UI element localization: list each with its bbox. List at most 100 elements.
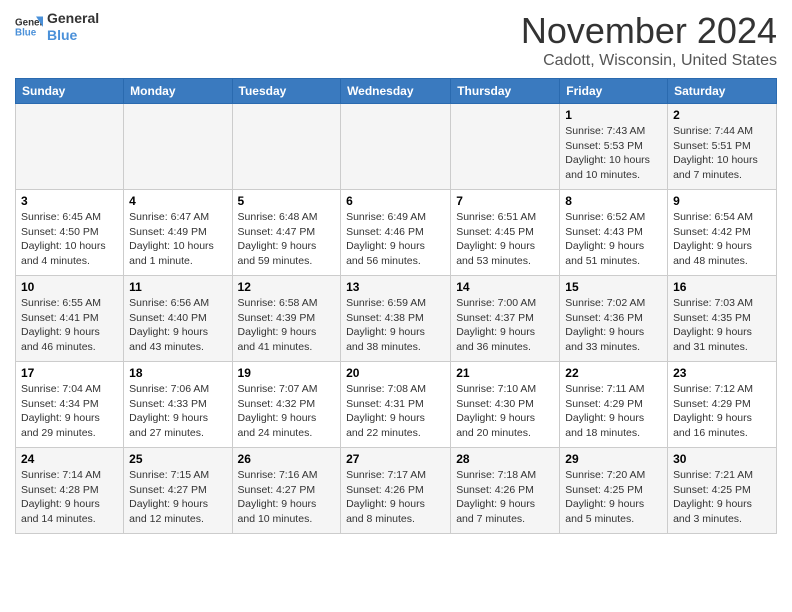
calendar-cell: 22 Sunrise: 7:11 AM Sunset: 4:29 PM Dayli… — [560, 362, 668, 448]
day-info: Sunrise: 7:18 AM Sunset: 4:26 PM Dayligh… — [456, 468, 554, 527]
calendar-cell: 16 Sunrise: 7:03 AM Sunset: 4:35 PM Dayli… — [668, 276, 777, 362]
day-info: Sunrise: 7:04 AM Sunset: 4:34 PM Dayligh… — [21, 382, 118, 441]
day-number: 17 — [21, 366, 118, 380]
day-number: 3 — [21, 194, 118, 208]
calendar-cell: 28Sunrise: 7:18 AM Sunset: 4:26 PM Dayli… — [451, 448, 560, 534]
calendar-cell: 24 Sunrise: 7:14 AM Sunset: 4:28 PM Dayli… — [16, 448, 124, 534]
day-number: 26 — [238, 452, 336, 466]
main-container: General Blue General Blue November 2024 … — [0, 0, 792, 544]
day-number: 6 — [346, 194, 445, 208]
day-info: Sunrise: 6:45 AM Sunset: 4:50 PM Dayligh… — [21, 210, 118, 269]
day-info: Sunrise: 7:20 AM Sunset: 4:25 PM Dayligh… — [565, 468, 662, 527]
calendar-cell: 27 Sunrise: 7:17 AM Sunset: 4:26 PM Dayli… — [341, 448, 451, 534]
calendar-cell: 12Sunrise: 6:58 AM Sunset: 4:39 PM Dayli… — [232, 276, 341, 362]
day-number: 24 — [21, 452, 118, 466]
day-info: Sunrise: 6:48 AM Sunset: 4:47 PM Dayligh… — [238, 210, 336, 269]
day-info: Sunrise: 7:14 AM Sunset: 4:28 PM Dayligh… — [21, 468, 118, 527]
calendar-cell: 14 Sunrise: 7:00 AM Sunset: 4:37 PM Dayli… — [451, 276, 560, 362]
calendar-cell: 20 Sunrise: 7:08 AM Sunset: 4:31 PM Dayli… — [341, 362, 451, 448]
calendar-cell: 30 Sunrise: 7:21 AM Sunset: 4:25 PM Dayli… — [668, 448, 777, 534]
calendar-cell: 15 Sunrise: 7:02 AM Sunset: 4:36 PM Dayli… — [560, 276, 668, 362]
day-number: 15 — [565, 280, 662, 294]
day-number: 14 — [456, 280, 554, 294]
svg-text:Blue: Blue — [15, 27, 37, 38]
month-title: November 2024 — [521, 10, 777, 52]
day-info: Sunrise: 6:56 AM Sunset: 4:40 PM Dayligh… — [129, 296, 226, 355]
day-number: 10 — [21, 280, 118, 294]
day-info: Sunrise: 7:03 AM Sunset: 4:35 PM Dayligh… — [673, 296, 771, 355]
calendar-cell: 4 Sunrise: 6:47 AM Sunset: 4:49 PM Daylig… — [124, 190, 232, 276]
calendar-cell: 6 Sunrise: 6:49 AM Sunset: 4:46 PM Daylig… — [341, 190, 451, 276]
calendar-cell — [341, 104, 451, 190]
day-number: 23 — [673, 366, 771, 380]
day-number: 8 — [565, 194, 662, 208]
col-friday: Friday — [560, 79, 668, 104]
col-wednesday: Wednesday — [341, 79, 451, 104]
logo-blue: Blue — [47, 27, 77, 43]
calendar-week-1: 3 Sunrise: 6:45 AM Sunset: 4:50 PM Daylig… — [16, 190, 777, 276]
calendar-week-3: 17 Sunrise: 7:04 AM Sunset: 4:34 PM Dayli… — [16, 362, 777, 448]
calendar-cell: 25Sunrise: 7:15 AM Sunset: 4:27 PM Dayli… — [124, 448, 232, 534]
day-info: Sunrise: 7:10 AM Sunset: 4:30 PM Dayligh… — [456, 382, 554, 441]
logo-general: General — [47, 10, 99, 26]
calendar-cell: 5 Sunrise: 6:48 AM Sunset: 4:47 PM Daylig… — [232, 190, 341, 276]
day-number: 22 — [565, 366, 662, 380]
day-info: Sunrise: 7:06 AM Sunset: 4:33 PM Dayligh… — [129, 382, 226, 441]
col-saturday: Saturday — [668, 79, 777, 104]
day-number: 9 — [673, 194, 771, 208]
day-info: Sunrise: 6:52 AM Sunset: 4:43 PM Dayligh… — [565, 210, 662, 269]
calendar-cell: 10 Sunrise: 6:55 AM Sunset: 4:41 PM Dayli… — [16, 276, 124, 362]
col-tuesday: Tuesday — [232, 79, 341, 104]
day-info: Sunrise: 7:12 AM Sunset: 4:29 PM Dayligh… — [673, 382, 771, 441]
day-info: Sunrise: 6:59 AM Sunset: 4:38 PM Dayligh… — [346, 296, 445, 355]
day-info: Sunrise: 7:00 AM Sunset: 4:37 PM Dayligh… — [456, 296, 554, 355]
day-info: Sunrise: 7:21 AM Sunset: 4:25 PM Dayligh… — [673, 468, 771, 527]
day-number: 20 — [346, 366, 445, 380]
calendar-week-4: 24 Sunrise: 7:14 AM Sunset: 4:28 PM Dayli… — [16, 448, 777, 534]
day-number: 30 — [673, 452, 771, 466]
calendar-cell: 2 Sunrise: 7:44 AM Sunset: 5:51 PM Daylig… — [668, 104, 777, 190]
calendar-cell: 13Sunrise: 6:59 AM Sunset: 4:38 PM Dayli… — [341, 276, 451, 362]
calendar-cell: 26Sunrise: 7:16 AM Sunset: 4:27 PM Dayli… — [232, 448, 341, 534]
calendar-cell: 18 Sunrise: 7:06 AM Sunset: 4:33 PM Dayli… — [124, 362, 232, 448]
day-info: Sunrise: 7:11 AM Sunset: 4:29 PM Dayligh… — [565, 382, 662, 441]
day-info: Sunrise: 6:47 AM Sunset: 4:49 PM Dayligh… — [129, 210, 226, 269]
day-number: 7 — [456, 194, 554, 208]
calendar-header: Sunday Monday Tuesday Wednesday Thursday… — [16, 79, 777, 104]
day-number: 29 — [565, 452, 662, 466]
calendar-cell: 3 Sunrise: 6:45 AM Sunset: 4:50 PM Daylig… — [16, 190, 124, 276]
day-number: 16 — [673, 280, 771, 294]
day-info: Sunrise: 7:08 AM Sunset: 4:31 PM Dayligh… — [346, 382, 445, 441]
day-info: Sunrise: 6:49 AM Sunset: 4:46 PM Dayligh… — [346, 210, 445, 269]
day-info: Sunrise: 6:55 AM Sunset: 4:41 PM Dayligh… — [21, 296, 118, 355]
day-number: 4 — [129, 194, 226, 208]
calendar-cell: 17 Sunrise: 7:04 AM Sunset: 4:34 PM Dayli… — [16, 362, 124, 448]
day-info: Sunrise: 7:44 AM Sunset: 5:51 PM Dayligh… — [673, 124, 771, 183]
title-block: November 2024 Cadott, Wisconsin, United … — [521, 10, 777, 70]
header: General Blue General Blue November 2024 … — [15, 10, 777, 70]
calendar-cell — [16, 104, 124, 190]
day-number: 27 — [346, 452, 445, 466]
day-info: Sunrise: 7:07 AM Sunset: 4:32 PM Dayligh… — [238, 382, 336, 441]
day-info: Sunrise: 7:02 AM Sunset: 4:36 PM Dayligh… — [565, 296, 662, 355]
day-number: 2 — [673, 108, 771, 122]
calendar-cell — [451, 104, 560, 190]
day-number: 12 — [238, 280, 336, 294]
day-info: Sunrise: 7:15 AM Sunset: 4:27 PM Dayligh… — [129, 468, 226, 527]
col-monday: Monday — [124, 79, 232, 104]
calendar-cell: 19 Sunrise: 7:07 AM Sunset: 4:32 PM Dayli… — [232, 362, 341, 448]
day-number: 1 — [565, 108, 662, 122]
day-number: 11 — [129, 280, 226, 294]
day-number: 18 — [129, 366, 226, 380]
day-number: 5 — [238, 194, 336, 208]
logo: General Blue General Blue — [15, 10, 99, 44]
day-info: Sunrise: 7:17 AM Sunset: 4:26 PM Dayligh… — [346, 468, 445, 527]
location: Cadott, Wisconsin, United States — [521, 52, 777, 70]
day-number: 21 — [456, 366, 554, 380]
logo-icon: General Blue — [15, 13, 43, 41]
calendar-body: 1Sunrise: 7:43 AM Sunset: 5:53 PM Daylig… — [16, 104, 777, 534]
calendar-cell: 23 Sunrise: 7:12 AM Sunset: 4:29 PM Dayli… — [668, 362, 777, 448]
col-sunday: Sunday — [16, 79, 124, 104]
calendar-cell: 7Sunrise: 6:51 AM Sunset: 4:45 PM Daylig… — [451, 190, 560, 276]
day-number: 19 — [238, 366, 336, 380]
